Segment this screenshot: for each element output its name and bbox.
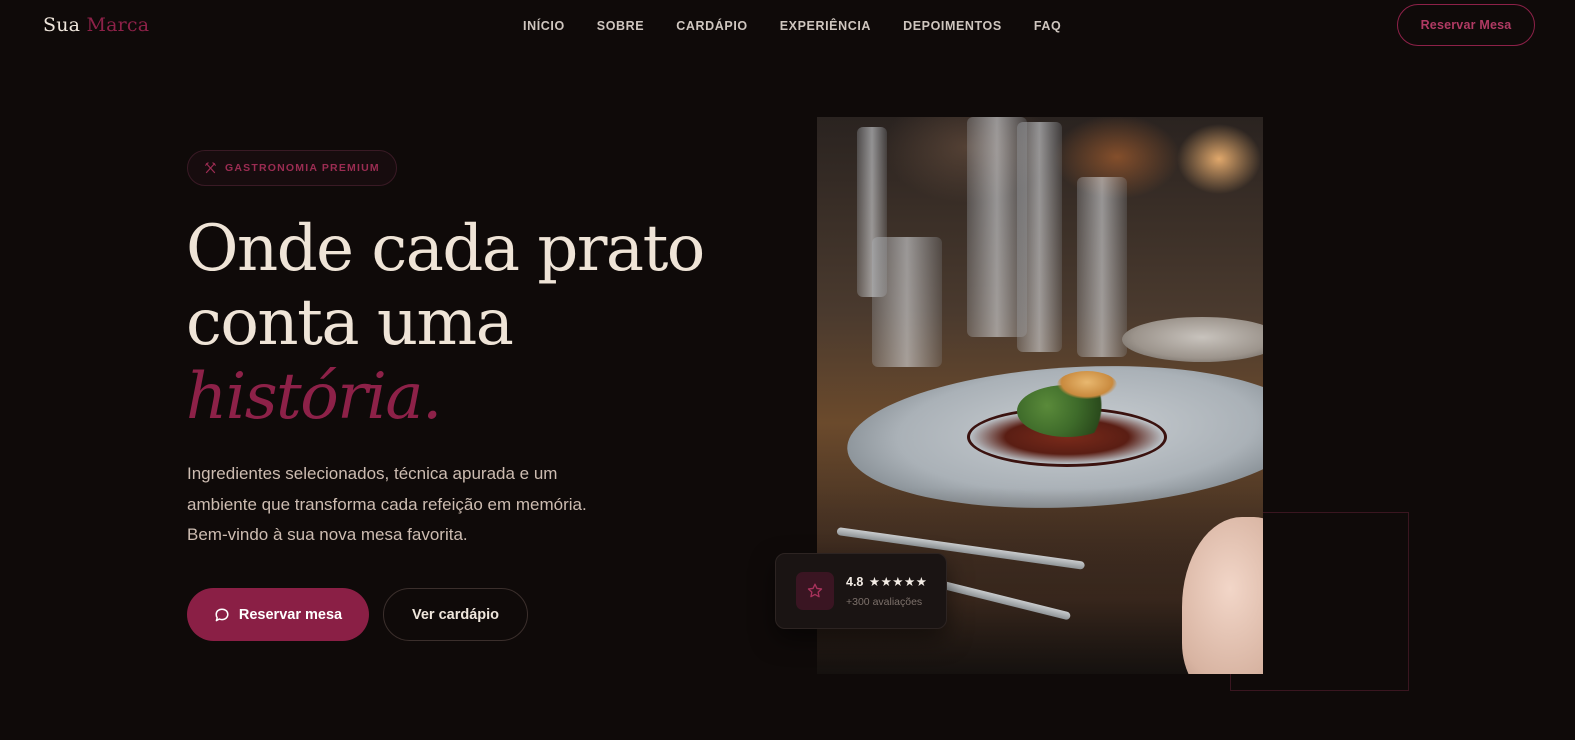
- rating-stars: ★★★★★: [868, 575, 928, 589]
- premium-badge: GASTRONOMIA PREMIUM: [187, 150, 397, 186]
- rating-card: 4.8 ★★★★★ +300 avaliações: [775, 553, 947, 629]
- nav-item-sobre[interactable]: SOBRE: [597, 19, 644, 33]
- nav-item-experiencia[interactable]: EXPERIÊNCIA: [780, 19, 871, 33]
- brand-accent: Marca: [86, 14, 150, 36]
- hero-headline: Onde cada prato conta uma história.: [186, 212, 746, 434]
- hero-lead-text: Ingredientes selecionados, técnica apura…: [187, 464, 587, 544]
- chat-icon: [215, 607, 229, 621]
- nav-item-cardapio[interactable]: CARDÁPIO: [676, 19, 747, 33]
- rating-count: +300 avaliações: [846, 596, 923, 608]
- rating-value: 4.8: [846, 575, 864, 589]
- rating-icon-box: [796, 572, 834, 610]
- main-nav: INÍCIO SOBRE CARDÁPIO EXPERIÊNCIA DEPOIM…: [523, 19, 1061, 33]
- badge-label: GASTRONOMIA PREMIUM: [225, 162, 380, 174]
- star-icon: [807, 583, 823, 598]
- reserve-table-button[interactable]: Reservar mesa: [187, 588, 369, 641]
- reserve-table-button-label: Reservar mesa: [238, 606, 343, 623]
- brand-logo[interactable]: Sua Marca: [43, 14, 149, 36]
- rating-score: 4.8 ★★★★★: [846, 574, 927, 589]
- headline-line-1: Onde cada prato: [186, 212, 705, 286]
- brand-name: Sua: [43, 14, 81, 36]
- nav-item-depoimentos[interactable]: DEPOIMENTOS: [903, 19, 1002, 33]
- nav-item-faq[interactable]: FAQ: [1034, 19, 1062, 33]
- utensils-crossed-icon: [205, 161, 216, 173]
- rating-text: 4.8 ★★★★★ +300 avaliações: [846, 574, 927, 608]
- headline-line-2: conta uma: [186, 286, 514, 360]
- headline-highlight: história.: [186, 360, 442, 434]
- reserve-table-header-button[interactable]: Reservar Mesa: [1397, 4, 1535, 46]
- nav-item-inicio[interactable]: INÍCIO: [523, 19, 565, 33]
- view-menu-button[interactable]: Ver cardápio: [383, 588, 528, 641]
